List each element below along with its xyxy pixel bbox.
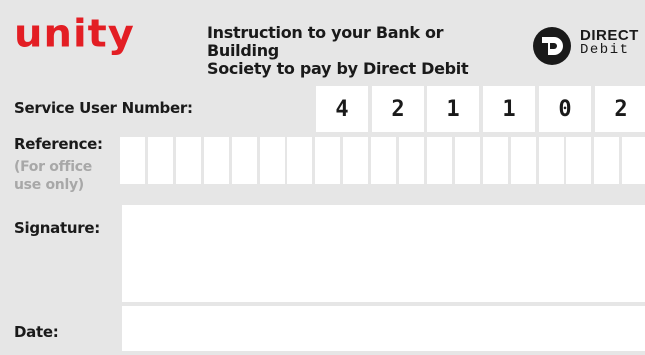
reference-box[interactable] [147,137,173,184]
reference-box[interactable] [510,137,536,184]
reference-box[interactable] [203,137,229,184]
unity-logo: unity [14,12,135,56]
reference-box[interactable] [399,137,424,184]
direct-debit-logo: DIRECT Debit [528,24,645,68]
signature-field[interactable] [122,205,645,302]
instruction-line-1: Instruction to your Bank or Building [207,23,444,60]
reference-box[interactable] [538,137,564,184]
reference-note-line-2: use only) [14,177,84,193]
instruction-line-2: Society to pay by Direct Debit [207,59,469,78]
service-user-number-digit: 2 [595,86,645,132]
direct-debit-word-1: DIRECT [580,27,639,44]
direct-debit-word-2: Debit [580,42,630,58]
reference-box[interactable] [120,137,145,184]
service-user-number-digit: 4 [316,86,368,132]
date-label: Date: [14,323,59,341]
service-user-number-label: Service User Number: [14,99,193,117]
reference-box[interactable] [287,137,313,184]
direct-debit-wordmark: DIRECT Debit [580,27,639,58]
reference-note-line-1: (For office [14,159,92,175]
reference-note: (For office use only) [14,158,92,194]
reference-box[interactable] [259,137,285,184]
reference-box[interactable] [315,137,341,184]
service-user-number-digit: 1 [483,86,535,132]
reference-box[interactable] [343,137,369,184]
direct-debit-icon [533,27,571,65]
instruction-title: Instruction to your Bank or Building Soc… [207,24,517,78]
reference-label: Reference: [14,135,103,153]
service-user-number-digit: 2 [372,86,424,132]
signature-label: Signature: [14,219,100,237]
date-field[interactable] [122,306,645,351]
reference-box[interactable] [482,137,508,184]
reference-box[interactable] [622,137,645,184]
service-user-number-digit: 1 [427,86,479,132]
reference-box[interactable] [371,137,397,184]
service-user-number-digit: 0 [539,86,591,132]
reference-box[interactable] [454,137,480,184]
reference-box[interactable] [426,137,452,184]
reference-box[interactable] [175,137,201,184]
form-header: unity Instruction to your Bank or Buildi… [0,0,645,82]
reference-box[interactable] [566,137,592,184]
reference-box[interactable] [594,137,620,184]
reference-box[interactable] [231,137,257,184]
